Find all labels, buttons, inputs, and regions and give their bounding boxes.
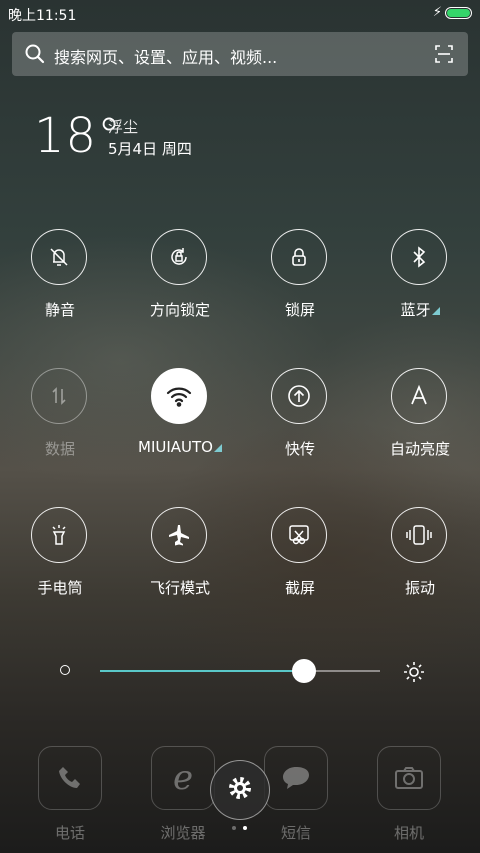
status-bar: 晚上11:51 ⚡ (0, 0, 480, 28)
brightness-slider-fill (100, 670, 305, 672)
weather-date: 5月4日 周四 (108, 140, 192, 158)
toggle-vibrate[interactable]: 振动 (360, 507, 480, 607)
phone-icon[interactable] (38, 746, 102, 810)
search-placeholder: 搜索网页、设置、应用、视频... (54, 48, 278, 67)
toggle-screenshot[interactable]: 截屏 (240, 507, 360, 607)
auto-brightness-icon (391, 368, 447, 424)
mobile-data-icon (31, 368, 87, 424)
dock-label: 短信 (280, 824, 311, 842)
page-indicator-dot (232, 826, 236, 830)
browser-icon[interactable]: e (151, 746, 215, 810)
toggle-mobile-data[interactable]: 数据 (0, 368, 120, 468)
search-bar[interactable]: 搜索网页、设置、应用、视频... (12, 32, 468, 76)
toggle-quick-transfer[interactable]: 快传 (240, 368, 360, 468)
toggle-label: 自动亮度 (389, 440, 450, 458)
message-icon[interactable] (264, 746, 328, 810)
toggle-label: 截屏 (284, 579, 315, 597)
upload-icon (271, 368, 327, 424)
status-time: 晚上11:51 (8, 8, 77, 24)
dock-label: 电话 (54, 824, 85, 842)
weather-condition: 浮尘 (108, 118, 139, 136)
brightness-low-icon (60, 665, 70, 675)
scan-icon[interactable] (434, 44, 454, 68)
toggle-auto-brightness[interactable]: 自动亮度 (360, 368, 480, 468)
toggle-label: 手电筒 (37, 579, 83, 597)
toggle-label: 静音 (44, 301, 75, 319)
toggle-silent[interactable]: 静音 (0, 229, 120, 329)
brightness-high-icon (402, 660, 426, 688)
toggle-wifi[interactable]: MIUIAUTO (120, 368, 240, 468)
toggle-rotation-lock[interactable]: 方向锁定 (120, 229, 240, 329)
camera-icon[interactable] (377, 746, 441, 810)
toggle-label: 数据 (44, 440, 75, 458)
toggle-lock-screen[interactable]: 锁屏 (240, 229, 360, 329)
toggle-label: 蓝牙 (360, 299, 480, 320)
battery-icon (445, 7, 472, 19)
submenu-indicator-icon (213, 444, 222, 452)
dock-label: 相机 (393, 824, 424, 842)
toggle-label: 锁屏 (284, 301, 315, 319)
toggle-label: 振动 (404, 579, 435, 597)
submenu-indicator-icon (431, 307, 440, 315)
toggle-airplane[interactable]: 飞行模式 (120, 507, 240, 607)
gear-icon (227, 775, 253, 805)
page-indicator-dot-active (243, 826, 247, 830)
toggle-bluetooth[interactable]: 蓝牙 (360, 229, 480, 329)
toggle-flashlight[interactable]: 手电筒 (0, 507, 120, 607)
charging-icon: ⚡ (432, 5, 442, 20)
toggle-label: 方向锁定 (149, 301, 210, 319)
toggle-label: 快传 (284, 440, 315, 458)
dock-label: 浏览器 (160, 824, 206, 842)
airplane-icon (151, 507, 207, 563)
vibrate-icon (391, 507, 447, 563)
lock-icon (271, 229, 327, 285)
search-icon (24, 43, 46, 69)
flashlight-icon (31, 507, 87, 563)
bell-off-icon (31, 229, 87, 285)
scissors-icon (271, 507, 327, 563)
toggle-label: 飞行模式 (149, 579, 210, 597)
brightness-slider-handle[interactable] (292, 659, 317, 683)
settings-button[interactable] (210, 760, 270, 820)
wifi-icon (151, 368, 207, 424)
rotation-lock-icon (151, 229, 207, 285)
toggle-label: MIUIAUTO (120, 438, 240, 456)
bluetooth-icon (391, 229, 447, 285)
brightness-slider[interactable] (100, 659, 380, 683)
